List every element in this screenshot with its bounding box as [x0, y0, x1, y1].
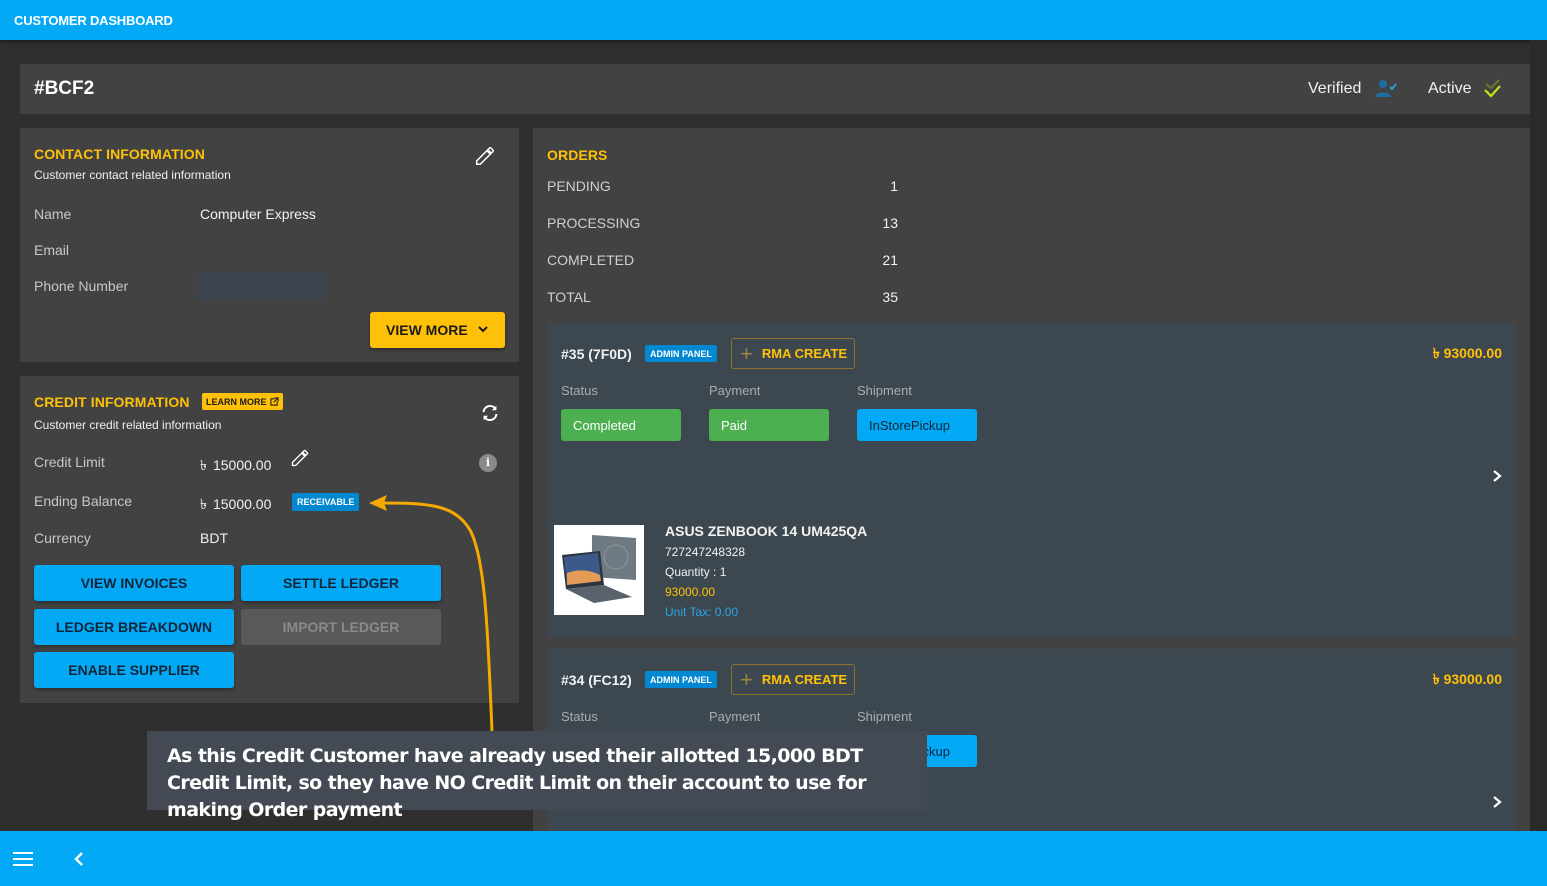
customer-header: #BCF2 Verified Active — [20, 64, 1530, 114]
pending-count: 1 — [890, 178, 898, 194]
contact-subtitle: Customer contact related information — [34, 168, 231, 182]
status-column-label: Status — [561, 709, 598, 724]
payment-chip: Paid — [709, 409, 829, 441]
top-app-bar: CUSTOMER DASHBOARD — [0, 0, 1547, 40]
customer-id: #BCF2 — [34, 78, 95, 99]
order-item[interactable]: #35 (7F0D) ADMIN PANEL + RMA CREATE ৳ 93… — [547, 323, 1516, 638]
admin-panel-badge: ADMIN PANEL — [645, 345, 717, 362]
rma-create-label: RMA CREATE — [761, 346, 848, 361]
product-quantity: Quantity : 1 — [665, 565, 727, 579]
import-ledger-button: IMPORT LEDGER — [241, 609, 441, 645]
contact-information-card: CONTACT INFORMATION Customer contact rel… — [20, 128, 519, 362]
status-column-label: Status — [561, 383, 598, 398]
chevron-right-icon[interactable] — [1490, 469, 1504, 483]
ending-balance-label: Ending Balance — [34, 493, 133, 509]
rma-create-button[interactable]: + RMA CREATE — [731, 664, 855, 695]
verified-label: Verified — [1308, 80, 1362, 97]
payment-column-label: Payment — [709, 709, 761, 724]
currency-label: Currency — [34, 530, 91, 546]
receivable-badge: RECEIVABLE — [292, 493, 360, 511]
completed-label: COMPLETED — [547, 252, 635, 268]
processing-count: 13 — [882, 215, 898, 231]
credit-limit-amount: 15000.00 — [212, 457, 272, 473]
order-amount: ৳ 93000.00 — [1432, 345, 1502, 361]
ending-balance-value: ৳ 15000.00 — [200, 493, 271, 517]
credit-information-card: CREDIT INFORMATION LEARN MORE Customer c… — [20, 376, 519, 703]
chevron-down-icon — [478, 326, 488, 333]
taka-currency-icon: ৳ — [200, 457, 207, 473]
edit-contact-pencil-icon[interactable] — [474, 145, 496, 167]
scrollbar-track[interactable] — [1530, 40, 1547, 831]
active-label: Active — [1428, 80, 1472, 97]
name-value: Computer Express — [200, 206, 316, 222]
total-count: 35 — [882, 289, 898, 305]
credit-subtitle: Customer credit related information — [34, 418, 222, 432]
credit-limit-value: ৳ 15000.00 — [200, 454, 271, 478]
payment-column-label: Payment — [709, 383, 761, 398]
external-link-icon — [269, 397, 279, 406]
phone-value-redacted — [197, 271, 325, 300]
plus-icon: + — [740, 340, 753, 366]
credit-limit-label: Credit Limit — [34, 454, 105, 470]
product-image — [554, 525, 644, 615]
settle-ledger-button[interactable]: SETTLE LEDGER — [241, 565, 441, 601]
name-label: Name — [34, 206, 72, 222]
pending-label: PENDING — [547, 178, 611, 194]
order-id: #34 (FC12) — [561, 672, 632, 688]
order-amount: ৳ 93000.00 — [1432, 671, 1502, 687]
shipment-column-label: Shipment — [857, 709, 912, 724]
info-icon[interactable]: i — [479, 454, 497, 472]
enable-supplier-button[interactable]: ENABLE SUPPLIER — [34, 652, 234, 688]
rma-create-button[interactable]: + RMA CREATE — [731, 338, 855, 369]
laptop-image-icon — [554, 525, 644, 615]
ledger-breakdown-button[interactable]: LEDGER BREAKDOWN — [34, 609, 234, 645]
learn-more-label: LEARN MORE — [206, 396, 267, 407]
view-invoices-button[interactable]: VIEW INVOICES — [34, 565, 234, 601]
credit-title: CREDIT INFORMATION — [34, 394, 190, 410]
edit-credit-limit-pencil-icon[interactable] — [290, 448, 310, 468]
shipment-column-label: Shipment — [857, 383, 912, 398]
order-id: #35 (7F0D) — [561, 346, 632, 362]
view-more-button[interactable]: VIEW MORE — [370, 312, 505, 348]
completed-count: 21 — [882, 252, 898, 268]
back-arrow-icon[interactable] — [72, 851, 86, 867]
ending-balance-amount: 15000.00 — [212, 496, 272, 512]
chevron-right-icon[interactable] — [1490, 795, 1504, 809]
product-price: 93000.00 — [665, 585, 716, 599]
bottom-nav-bar — [0, 831, 1547, 886]
processing-label: PROCESSING — [547, 215, 641, 231]
contact-title: CONTACT INFORMATION — [34, 146, 205, 162]
phone-label: Phone Number — [34, 278, 129, 294]
admin-panel-badge: ADMIN PANEL — [645, 671, 717, 688]
taka-currency-icon: ৳ — [200, 496, 207, 512]
view-more-label: VIEW MORE — [386, 322, 468, 338]
shipment-chip: InStorePickup — [857, 409, 977, 441]
currency-value: BDT — [200, 530, 228, 546]
learn-more-button[interactable]: LEARN MORE — [202, 393, 283, 410]
orders-title: ORDERS — [547, 147, 608, 163]
double-check-icon — [1484, 79, 1501, 98]
app-title: CUSTOMER DASHBOARD — [14, 13, 173, 28]
product-name: ASUS ZENBOOK 14 UM425QA — [665, 523, 868, 539]
total-label: TOTAL — [547, 289, 591, 305]
orders-card: ORDERS PENDING 1 PROCESSING 13 COMPLETED… — [533, 128, 1530, 831]
status-chip: Completed — [561, 409, 681, 441]
verified-user-icon — [1375, 80, 1397, 97]
product-sku: 727247248328 — [665, 545, 746, 559]
refresh-icon[interactable] — [479, 402, 501, 424]
plus-icon: + — [740, 666, 753, 692]
email-label: Email — [34, 242, 70, 258]
product-unit-tax: Unit Tax: 0.00 — [665, 605, 739, 619]
hamburger-menu-icon[interactable] — [13, 851, 33, 867]
annotation-callout: As this Credit Customer have already use… — [147, 731, 927, 821]
rma-create-label: RMA CREATE — [761, 672, 848, 687]
